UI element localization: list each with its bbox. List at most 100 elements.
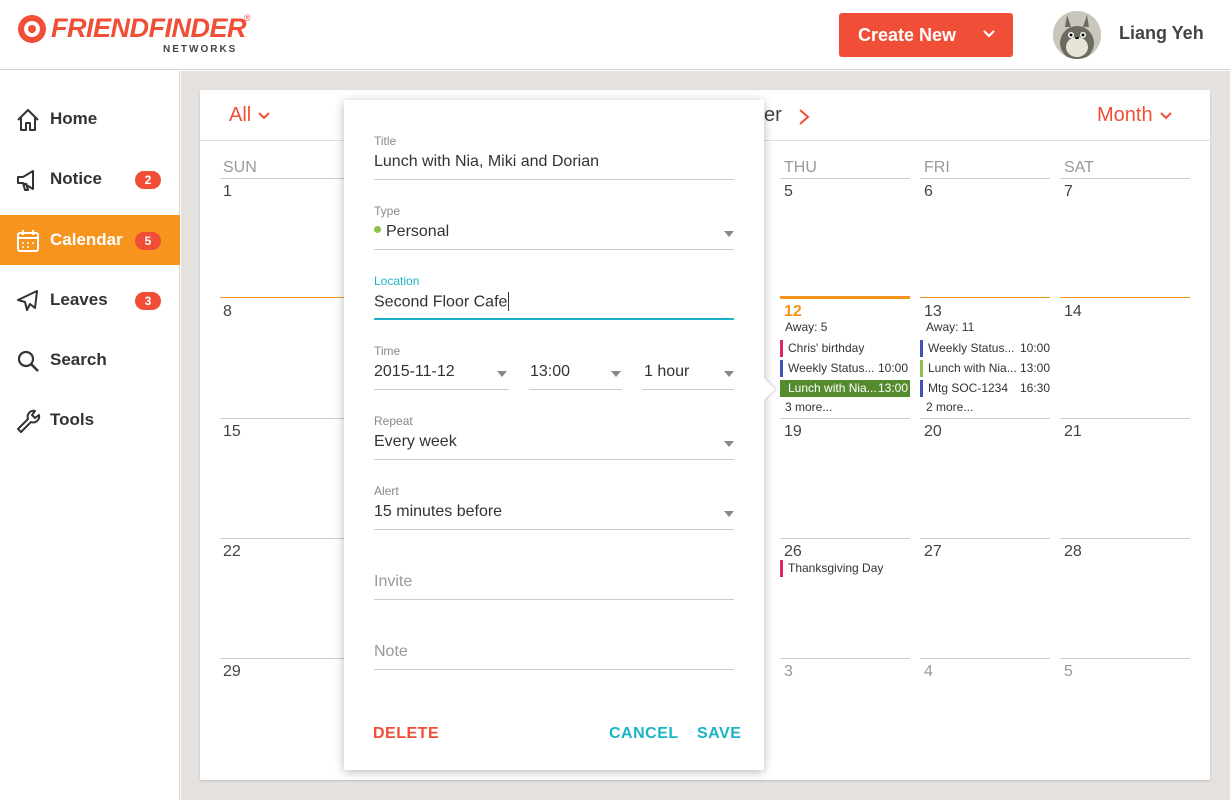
sidebar: Home Notice 2 Calendar 5 Leaves 3 Search… — [0, 71, 180, 800]
calendar-event[interactable]: Mtg SOC-1234 16:30 — [920, 380, 1052, 397]
view-dropdown[interactable]: Month — [1097, 104, 1173, 127]
calendar-event[interactable]: Chris' birthday — [780, 340, 910, 357]
sidebar-item-label: Home — [50, 109, 98, 128]
dropdown-arrow-icon[interactable] — [497, 371, 507, 377]
home-icon — [17, 109, 39, 131]
day-cell-number[interactable]: 1 — [223, 183, 232, 201]
day-cell-number[interactable]: 20 — [924, 423, 942, 441]
calendar-event[interactable]: Weekly Status... 10:00 — [780, 360, 910, 377]
divider — [1060, 658, 1190, 659]
day-cell-number[interactable]: 13 — [924, 303, 942, 321]
calendar-event[interactable]: Lunch with Nia... 13:00 — [920, 360, 1052, 377]
duration-select[interactable]: 1 hour — [644, 363, 689, 381]
dropdown-arrow-icon[interactable] — [724, 371, 734, 377]
title-field[interactable]: Lunch with Nia, Miki and Dorian — [374, 153, 599, 171]
day-cell-number[interactable]: 5 — [784, 183, 793, 201]
type-label: Type — [374, 204, 401, 218]
event-time: 16:30 — [1019, 381, 1050, 395]
divider — [780, 178, 910, 179]
airplane-icon — [17, 290, 38, 311]
divider — [220, 178, 350, 179]
month-title: er — [764, 104, 782, 126]
sidebar-item-label: Search — [50, 350, 107, 369]
dropdown-arrow-icon[interactable] — [724, 441, 734, 447]
day-cell-number[interactable]: 28 — [1064, 543, 1082, 561]
dropdown-arrow-icon[interactable] — [724, 231, 734, 237]
day-cell-number[interactable]: 3 — [784, 663, 793, 681]
divider — [1060, 178, 1190, 179]
calendar-event[interactable]: Weekly Status... 10:00 — [920, 340, 1052, 357]
calendar-event-selected[interactable]: Lunch with Nia... 13:00 — [780, 380, 910, 397]
day-cell-number[interactable]: 19 — [784, 423, 802, 441]
avatar[interactable] — [1053, 11, 1101, 59]
field-underline-focused — [374, 318, 734, 320]
more-events-link[interactable]: 2 more... — [926, 400, 973, 414]
save-button[interactable]: SAVE — [697, 725, 741, 743]
divider — [780, 538, 910, 539]
event-title: Thanksgiving Day — [788, 561, 884, 575]
wrench-icon — [17, 409, 41, 433]
dropdown-arrow-icon[interactable] — [724, 511, 734, 517]
sidebar-item-search[interactable]: Search — [0, 335, 180, 385]
day-cell-number[interactable]: 6 — [924, 183, 933, 201]
more-events-link[interactable]: 3 more... — [785, 400, 832, 414]
day-cell-number[interactable]: 26 — [784, 543, 802, 561]
repeat-select[interactable]: Every week — [374, 433, 457, 451]
sidebar-item-home[interactable]: Home — [0, 94, 180, 144]
app-header: FRIENDFINDER ® NETWORKS Create New Liang… — [0, 0, 1230, 70]
field-underline — [374, 249, 734, 250]
field-underline — [529, 389, 622, 390]
field-underline — [374, 389, 509, 390]
calendar-count-badge: 5 — [135, 232, 161, 250]
text-caret — [508, 292, 510, 311]
event-title: Weekly Status... — [788, 361, 875, 375]
note-field[interactable]: Note — [374, 643, 408, 661]
divider — [920, 658, 1050, 659]
next-month-arrow-icon[interactable] — [796, 107, 812, 127]
divider — [220, 297, 350, 298]
day-cell-number[interactable]: 15 — [223, 423, 241, 441]
divider — [920, 538, 1050, 539]
sidebar-item-leaves[interactable]: Leaves 3 — [0, 275, 180, 325]
sidebar-item-calendar[interactable]: Calendar 5 — [0, 215, 180, 265]
invite-field[interactable]: Invite — [374, 573, 412, 591]
today-day-number[interactable]: 12 — [784, 303, 802, 321]
location-field[interactable]: Second Floor Cafe — [374, 292, 510, 312]
title-label: Title — [374, 134, 397, 148]
logo-registered-mark: ® — [244, 13, 251, 23]
day-cell-number[interactable]: 14 — [1064, 303, 1082, 321]
day-cell-number[interactable]: 22 — [223, 543, 241, 561]
day-cell-number[interactable]: 27 — [924, 543, 942, 561]
day-cell-number[interactable]: 8 — [223, 303, 232, 321]
date-select[interactable]: 2015-11-12 — [374, 363, 455, 381]
delete-button[interactable]: DELETE — [373, 725, 439, 743]
location-value: Second Floor Cafe — [374, 293, 508, 311]
time-select[interactable]: 13:00 — [530, 363, 570, 381]
type-select[interactable]: Personal — [374, 223, 449, 241]
create-new-button[interactable]: Create New — [839, 13, 1013, 57]
sidebar-item-notice[interactable]: Notice 2 — [0, 154, 180, 204]
divider — [1060, 538, 1190, 539]
search-icon — [17, 350, 39, 372]
day-cell-number[interactable]: 7 — [1064, 183, 1073, 201]
view-label: Month — [1097, 104, 1153, 126]
day-cell-number[interactable]: 29 — [223, 663, 241, 681]
notice-count-badge: 2 — [135, 171, 161, 189]
sidebar-item-tools[interactable]: Tools — [0, 395, 180, 445]
user-name[interactable]: Liang Yeh — [1119, 23, 1204, 44]
cancel-button[interactable]: CANCEL — [609, 725, 679, 743]
alert-select[interactable]: 15 minutes before — [374, 503, 502, 521]
day-cell-number[interactable]: 4 — [924, 663, 933, 681]
divider — [780, 658, 910, 659]
day-cell-number[interactable]: 21 — [1064, 423, 1082, 441]
calendar-event[interactable]: Thanksgiving Day — [780, 560, 910, 577]
chevron-down-icon — [1159, 112, 1172, 120]
field-underline — [374, 459, 734, 460]
divider — [920, 297, 1050, 298]
event-title: Chris' birthday — [788, 341, 865, 355]
filter-dropdown[interactable]: All — [229, 104, 271, 127]
dropdown-arrow-icon[interactable] — [611, 371, 621, 377]
megaphone-icon — [17, 170, 34, 191]
day-cell-number[interactable]: 5 — [1064, 663, 1073, 681]
alert-label: Alert — [374, 484, 399, 498]
